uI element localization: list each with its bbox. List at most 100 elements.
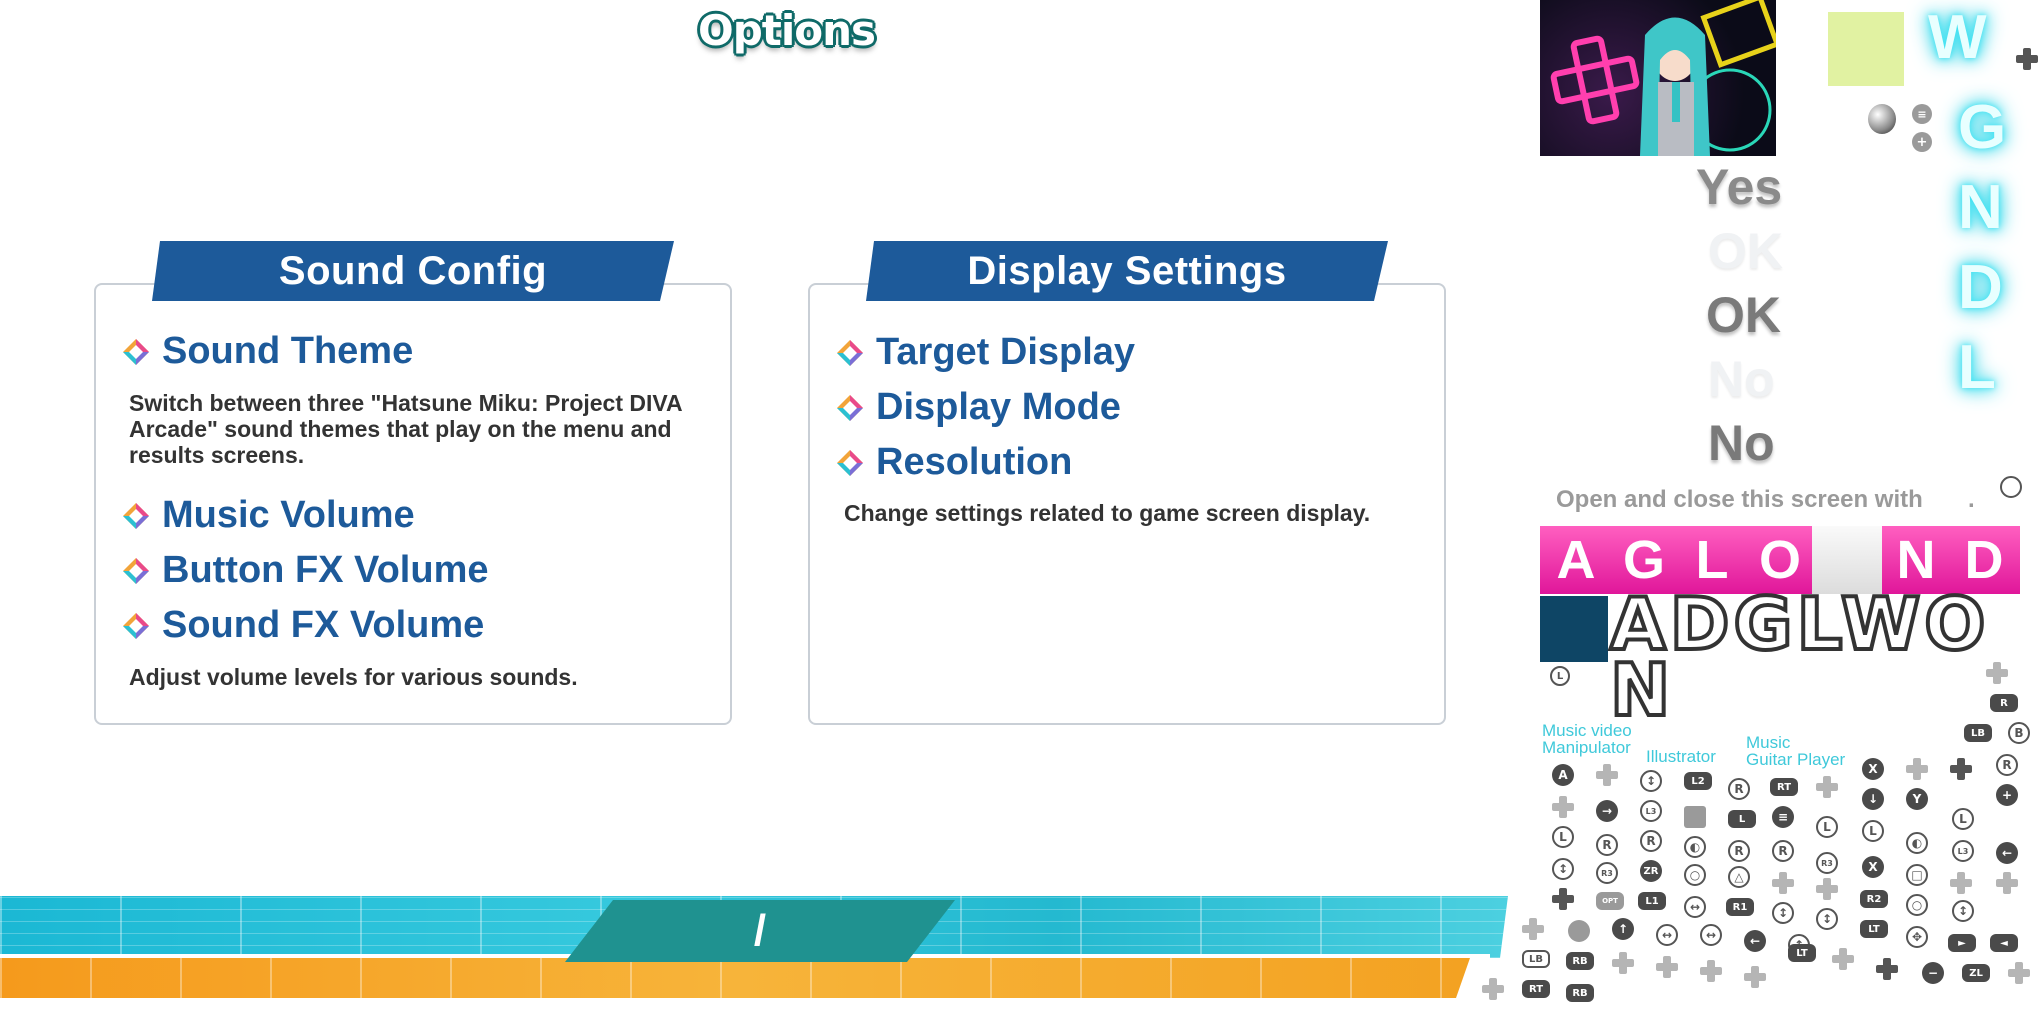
l3-button-icon: L3 [1952,840,1974,862]
neon-letter: N [1958,173,2003,242]
half-moon-icon: ◐ [1684,836,1706,858]
neon-letter: G [1958,93,2007,162]
dpad-icon [1832,948,1854,970]
menu-item-target-display[interactable]: Target Display [836,331,1135,374]
neon-letter: L [1958,333,1996,402]
page-indicator: / [565,900,955,962]
l-stick-icon: L [1816,816,1838,838]
menu-item-label: Display Mode [876,386,1121,428]
r-stick-icon: R [1596,834,1618,856]
menu-item-button-fx-volume[interactable]: Button FX Volume [122,549,489,592]
up-button-icon: ↑ [1612,918,1634,940]
left-arrow-icon: ◄ [1990,934,2018,952]
dpad-icon [1522,918,1544,940]
minus-button-icon: − [1922,962,1944,984]
r3-button-icon: R3 [1816,852,1838,874]
screen-hint: Open and close this screen with [1556,486,1923,513]
dpad-icon [1816,776,1838,798]
menu-item-display-mode[interactable]: Display Mode [836,386,1121,429]
diamond-bullet-icon [836,339,864,367]
menu-item-label: Target Display [876,331,1136,373]
dpad-icon [1482,978,1504,1000]
stick-icon: ↔ [1656,924,1678,946]
stick-icon: ↕ [1772,902,1794,924]
r-stick-icon: R [1728,778,1750,800]
dpad-icon [1876,958,1898,980]
options-button-icon: OPT [1596,892,1624,910]
back-button-icon: ← [1744,930,1766,952]
l2-button-icon: L2 [1684,772,1712,790]
menu-item-sound-fx-volume[interactable]: Sound FX Volume [122,604,484,647]
display-description: Change settings related to game screen d… [844,500,1371,526]
menu-item-label: Sound Theme [162,330,414,372]
ok-label: OK [1706,287,1781,343]
no-label-faded: No [1708,351,1775,407]
sound-theme-description: Switch between three "Hatsune Miku: Proj… [129,390,682,468]
dpad-icon [1996,872,2018,894]
y-button-icon: Y [1906,788,1928,810]
orange-band [0,958,1470,998]
rt-button-icon: RT [1522,980,1550,998]
r-stick-icon: R [1640,830,1662,852]
menu-item-label: Resolution [876,441,1073,483]
r-button-icon: R [1990,694,2018,712]
dpad-icon [1656,956,1678,978]
yes-label: Yes [1696,159,1783,215]
diamond-bullet-icon [122,612,150,640]
down-button-icon: ↓ [1862,788,1884,810]
window-icon [2000,476,2022,498]
sound-config-header: Sound Config [152,241,674,301]
rb-button-icon: RB [1566,984,1594,1002]
menu-button-icon: ≡ [1772,806,1794,828]
l1-button-icon: L1 [1638,892,1666,910]
volume-description: Adjust volume levels for various sounds. [129,664,578,690]
character-thumbnail [1540,0,1776,156]
outline-letter-n: N [1608,646,1675,734]
diamond-bullet-icon [122,557,150,585]
neon-letter: D [1958,253,2003,322]
circle-button-icon: ○ [1906,894,1928,916]
r-stick-icon: R [1772,840,1794,862]
menu-item-label: Button FX Volume [162,549,489,591]
dpad-icon [1552,888,1574,910]
no-label: No [1708,415,1775,471]
l3-button-icon: L3 [1640,800,1662,822]
neon-letter: W [1928,3,1987,72]
half-moon-icon: ◐ [1906,832,1928,854]
l-button-icon: L [1550,666,1570,686]
r3-button-icon: R3 [1596,862,1618,884]
zl-button-icon: ZL [1962,964,1990,982]
ok-label-faded: OK [1708,223,1783,279]
r-stick-icon: R [1996,754,2018,776]
dpad-icon [1816,878,1838,900]
plus-button-icon: + [1996,784,2018,806]
rb-button-icon: RB [1566,952,1594,970]
credit-guitar: Music Guitar Player [1746,733,1846,769]
pink-letter: A [1556,530,1596,590]
page-title: Options [698,6,876,55]
x-button-icon: X [1862,856,1884,878]
diamond-bullet-icon [836,449,864,477]
dpad-icon [1906,758,1928,780]
lt-button-icon: LT [1788,944,1816,962]
plus-icon: + [1912,132,1932,152]
dpad-icon [1612,952,1634,974]
menu-item-music-volume[interactable]: Music Volume [122,494,415,537]
bottom-banner: / [0,892,1508,1011]
menu-item-resolution[interactable]: Resolution [836,441,1072,484]
dpad-icon [1596,764,1618,786]
credit-music-video: Music video Manipulator [1542,721,1632,757]
dpad-circle-icon: ✥ [1906,926,1928,948]
circle-button-icon: ○ [1684,864,1706,886]
zr-button-icon: ZR [1640,860,1662,882]
arrow-button-icon: → [1596,800,1618,822]
l-stick-icon: L [1862,820,1884,842]
r2-button-icon: R2 [1860,890,1888,908]
dpad-icon [1986,662,2008,684]
dpad-icon [1744,966,1766,988]
lt-button-icon: LT [1860,920,1888,938]
color-swatch [1828,12,1904,86]
menu-item-sound-theme[interactable]: Sound Theme [122,330,413,373]
dpad-icon [1700,960,1722,982]
dpad-icon [1552,796,1574,818]
